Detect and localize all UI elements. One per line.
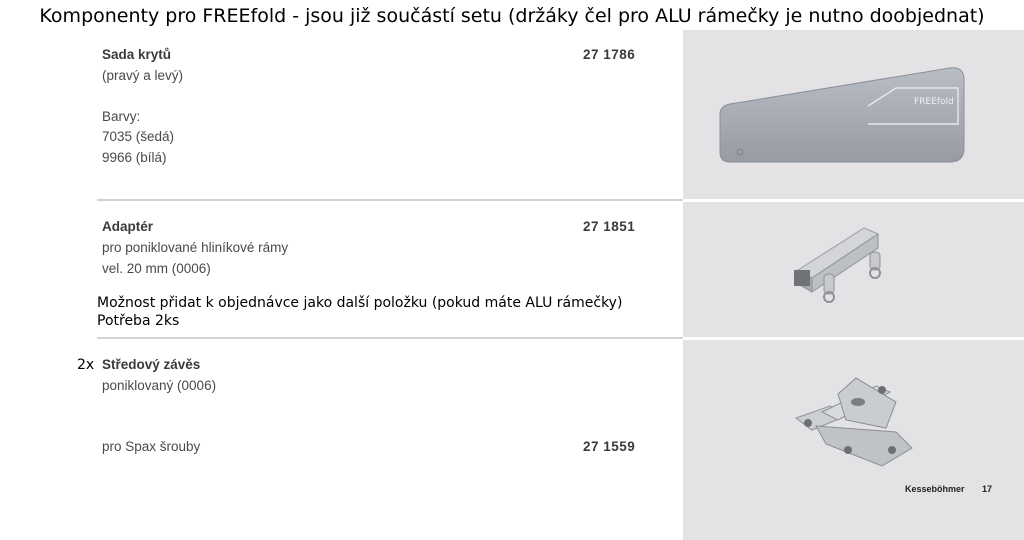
quantity-label: 2x	[77, 357, 95, 373]
item-variant: pro Spax šrouby	[102, 439, 201, 454]
brand-label: Kesseböhmer	[905, 484, 965, 494]
photo-divider	[683, 337, 1024, 340]
colors-label: Barvy:	[102, 109, 141, 124]
cap-logo-text: FREEfold	[914, 97, 954, 107]
adapter-bracket-icon	[794, 227, 881, 303]
item-code: 27 1786	[583, 47, 636, 62]
item-subtitle: (pravý a levý)	[102, 68, 184, 83]
item-description: poniklovaný (0006)	[102, 378, 217, 393]
item-code: 27 1559	[583, 439, 636, 454]
color-option: 7035 (šedá)	[102, 129, 175, 144]
quantity-note: Potřeba 2ks	[97, 313, 180, 329]
item-name: Adaptér	[102, 219, 154, 234]
page-number: 17	[982, 484, 993, 494]
center-hinge-icon	[794, 377, 913, 467]
color-option: 9966 (bílá)	[102, 150, 167, 165]
item-name: Sada krytů	[102, 47, 172, 62]
order-note: Možnost přidat k objednávce jako další p…	[97, 295, 623, 311]
item-code: 27 1851	[583, 219, 636, 234]
row-divider	[97, 337, 683, 339]
row-divider	[97, 199, 683, 201]
cover-cap-icon: FREEfold	[719, 67, 965, 163]
item-description: vel. 20 mm (0006)	[102, 261, 211, 276]
item-name: Středový závěs	[102, 357, 201, 372]
photo-divider	[683, 199, 1024, 202]
page-heading: Komponenty pro FREEfold - jsou již součá…	[39, 5, 985, 27]
item-description: pro poniklované hliníkové rámy	[102, 240, 289, 255]
